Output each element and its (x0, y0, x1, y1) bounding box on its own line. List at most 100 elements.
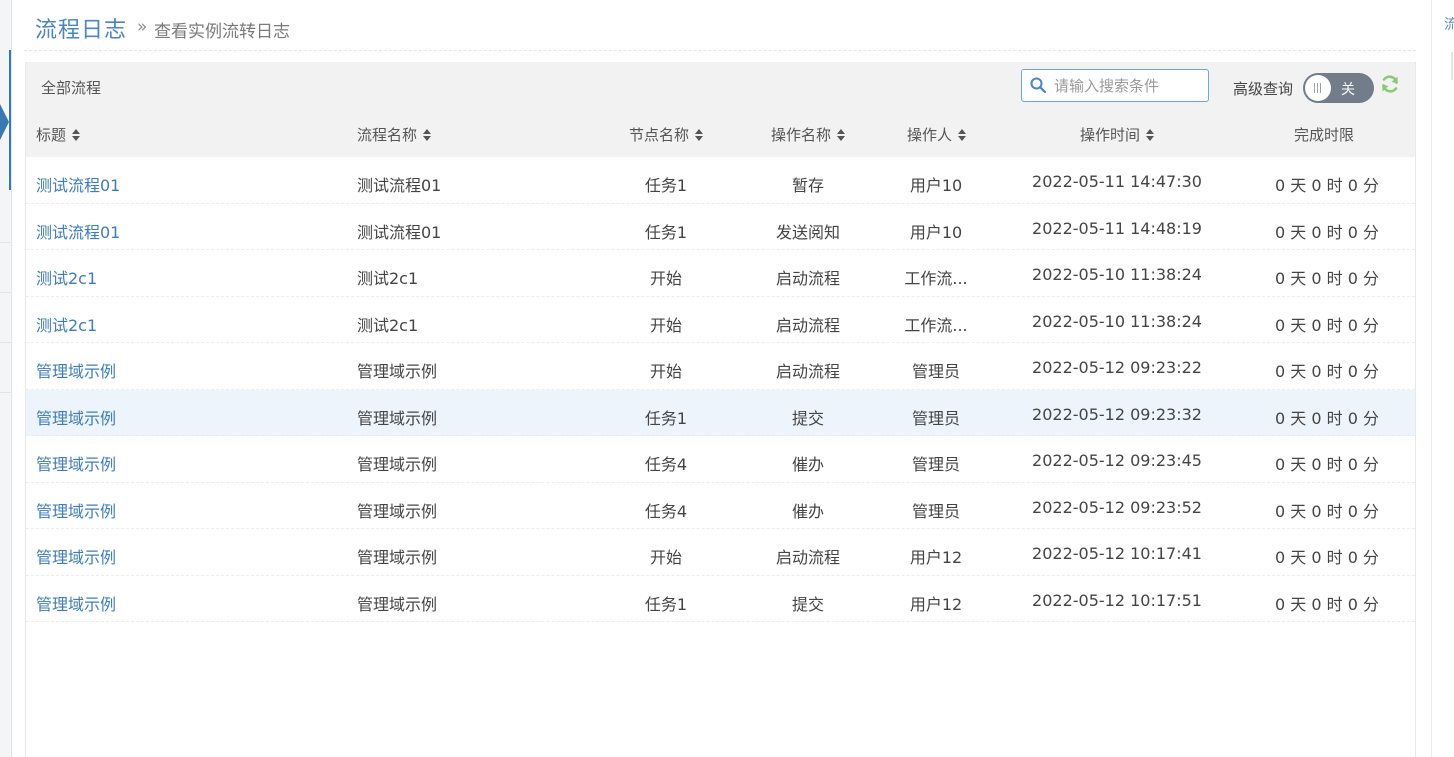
cell-action-name: 启动流程 (775, 269, 841, 288)
cell-action-name: 提交 (791, 594, 825, 614)
sort-icon[interactable] (695, 129, 704, 142)
sidebar-divider (0, 392, 11, 393)
refresh-icon[interactable] (1380, 74, 1400, 94)
column-header-process-name[interactable]: 流程名称 (357, 124, 432, 145)
cell-operation-time: 2022-05-12 09:23:45 (1032, 451, 1202, 470)
cell-operation-time: 2022-05-12 09:23:52 (1032, 497, 1202, 517)
cell-node-name: 开始 (649, 315, 683, 335)
cell-process-name: 管理域示例 (357, 362, 438, 381)
advanced-search-toggle[interactable]: 关 (1303, 73, 1374, 103)
table-row[interactable]: 测试流程01 测试流程01 任务1 发送阅知 用户10 2022-05-11 14:48:… (26, 204, 1415, 250)
sidebar-divider (0, 342, 11, 343)
cell-process-name: 测试2c1 (357, 315, 419, 335)
sort-icon[interactable] (837, 129, 846, 142)
table-row[interactable]: 管理域示例 管理域示例 开始 启动流程 用户12 2022-05-12 10:17:41 0… (26, 529, 1415, 576)
right-panel-scroll-indicator (1451, 52, 1453, 80)
cell-node-name: 开始 (649, 269, 683, 288)
column-header-operation-time[interactable]: 操作时间 (1080, 124, 1155, 145)
log-panel: 全部流程 高级查询 关 标题 流程名称 节点名称 操作名称 (25, 62, 1416, 757)
cell-operator: 管理员 (911, 362, 961, 381)
cell-title[interactable]: 管理域示例 (36, 498, 116, 522)
cell-operation-time: 2022-05-12 09:23:32 (1032, 404, 1202, 424)
search-box[interactable] (1021, 69, 1209, 102)
cell-operation-time: 2022-05-11 14:47:30 (1032, 172, 1202, 191)
cell-action-name: 启动流程 (775, 315, 841, 335)
cell-title[interactable]: 测试2c1 (36, 265, 97, 289)
cell-operation-time: 2022-05-11 14:48:19 (1032, 218, 1202, 238)
cell-operator: 用户10 (909, 176, 963, 195)
cell-action-name: 提交 (791, 408, 825, 428)
page-header: 流程日志 » 查看实例流转日志 (24, 0, 1416, 51)
cell-action-name: 启动流程 (775, 362, 841, 381)
cell-process-name: 管理域示例 (357, 548, 438, 567)
table-row[interactable]: 测试2c1 测试2c1 开始 启动流程 工作流... 2022-05-10 11:38:2… (26, 297, 1415, 343)
cell-process-name: 管理域示例 (357, 455, 438, 474)
table-body: 测试流程01 测试流程01 任务1 暂存 用户10 2022-05-11 14:47:30… (26, 157, 1415, 622)
cell-title[interactable]: 管理域示例 (36, 591, 116, 615)
page-title: 流程日志 (35, 18, 128, 43)
cell-time-limit: 0 天 0 时 0 分 (1275, 176, 1379, 195)
table-row[interactable]: 管理域示例 管理域示例 任务4 催办 管理员 2022-05-12 09:23:52 0 天… (26, 483, 1415, 529)
cell-title[interactable]: 测试2c1 (36, 312, 97, 336)
sort-icon[interactable] (958, 129, 967, 142)
cell-operator: 管理员 (911, 408, 961, 428)
cell-title[interactable]: 管理域示例 (36, 358, 116, 382)
column-header-operator[interactable]: 操作人 (907, 124, 967, 145)
search-icon[interactable] (1030, 77, 1046, 93)
cell-time-limit: 0 天 0 时 0 分 (1275, 269, 1379, 288)
cell-time-limit: 0 天 0 时 0 分 (1275, 408, 1379, 428)
cell-operator: 管理员 (911, 455, 961, 474)
cell-operator: 用户10 (909, 222, 963, 242)
cell-process-name: 管理域示例 (357, 594, 438, 614)
cell-time-limit: 0 天 0 时 0 分 (1275, 222, 1379, 242)
column-header-node-name[interactable]: 节点名称 (629, 124, 704, 145)
table-row[interactable]: 管理域示例 管理域示例 任务1 提交 管理员 2022-05-12 09:23:32 0 天… (26, 389, 1415, 436)
cell-process-name: 管理域示例 (357, 408, 438, 428)
page-subtitle: 查看实例流转日志 (154, 22, 290, 42)
advanced-search-label: 高级查询 (1233, 80, 1294, 98)
cell-title[interactable]: 管理域示例 (36, 451, 116, 475)
right-panel-strip: 流 (1431, 0, 1454, 757)
sort-icon[interactable] (423, 129, 432, 142)
search-input[interactable] (1052, 75, 1206, 97)
toolbar: 全部流程 高级查询 关 (26, 62, 1415, 109)
column-header-time-limit: 完成时限 (1294, 126, 1355, 144)
table-row[interactable]: 管理域示例 管理域示例 开始 启动流程 管理员 2022-05-12 09:23:22 0 … (26, 343, 1415, 390)
cell-process-name: 管理域示例 (357, 501, 438, 521)
sort-icon[interactable] (72, 129, 81, 142)
cell-time-limit: 0 天 0 时 0 分 (1275, 315, 1379, 335)
sidebar-divider (0, 242, 11, 243)
cell-title[interactable]: 测试流程01 (36, 172, 120, 196)
cell-operator: 工作流... (904, 315, 968, 335)
cell-action-name: 催办 (791, 501, 825, 521)
cell-node-name: 任务4 (644, 455, 688, 474)
right-panel-tab[interactable]: 流 (1444, 14, 1454, 34)
sort-icon[interactable] (1146, 129, 1155, 142)
cell-title[interactable]: 管理域示例 (36, 405, 116, 429)
cell-operation-time: 2022-05-12 10:17:41 (1032, 544, 1202, 563)
table-row[interactable]: 管理域示例 管理域示例 任务1 提交 用户12 2022-05-12 10:17:51 0 … (26, 576, 1415, 622)
cell-operation-time: 2022-05-10 11:38:24 (1032, 311, 1202, 331)
cell-operator: 用户12 (909, 548, 963, 567)
cell-process-name: 测试2c1 (357, 269, 419, 288)
cell-process-name: 测试流程01 (357, 222, 442, 242)
cell-time-limit: 0 天 0 时 0 分 (1275, 362, 1379, 381)
table-row[interactable]: 测试2c1 测试2c1 开始 启动流程 工作流... 2022-05-10 11:38:2… (26, 250, 1415, 297)
breadcrumb-separator: » (137, 17, 148, 37)
cell-process-name: 测试流程01 (357, 176, 442, 195)
table-header: 标题 流程名称 节点名称 操作名称 操作人 操作时间 完成时限 (26, 109, 1415, 157)
table-row[interactable]: 测试流程01 测试流程01 任务1 暂存 用户10 2022-05-11 14:47:30… (26, 157, 1415, 204)
table-row[interactable]: 管理域示例 管理域示例 任务4 催办 管理员 2022-05-12 09:23:45 0 天… (26, 436, 1415, 483)
cell-operator: 用户12 (909, 594, 963, 614)
log-table: 标题 流程名称 节点名称 操作名称 操作人 操作时间 完成时限 测试流程01 测试… (26, 109, 1415, 622)
cell-title[interactable]: 测试流程01 (36, 219, 120, 243)
cell-action-name: 催办 (791, 455, 825, 474)
column-header-action-name[interactable]: 操作名称 (771, 124, 846, 145)
cell-node-name: 任务1 (644, 176, 688, 195)
column-header-title[interactable]: 标题 (36, 124, 81, 145)
cell-title[interactable]: 管理域示例 (36, 544, 116, 568)
collapse-arrow-icon[interactable] (0, 104, 9, 140)
sidebar-divider (0, 292, 11, 293)
cell-time-limit: 0 天 0 时 0 分 (1275, 594, 1379, 614)
sidebar-active-indicator (9, 50, 11, 190)
